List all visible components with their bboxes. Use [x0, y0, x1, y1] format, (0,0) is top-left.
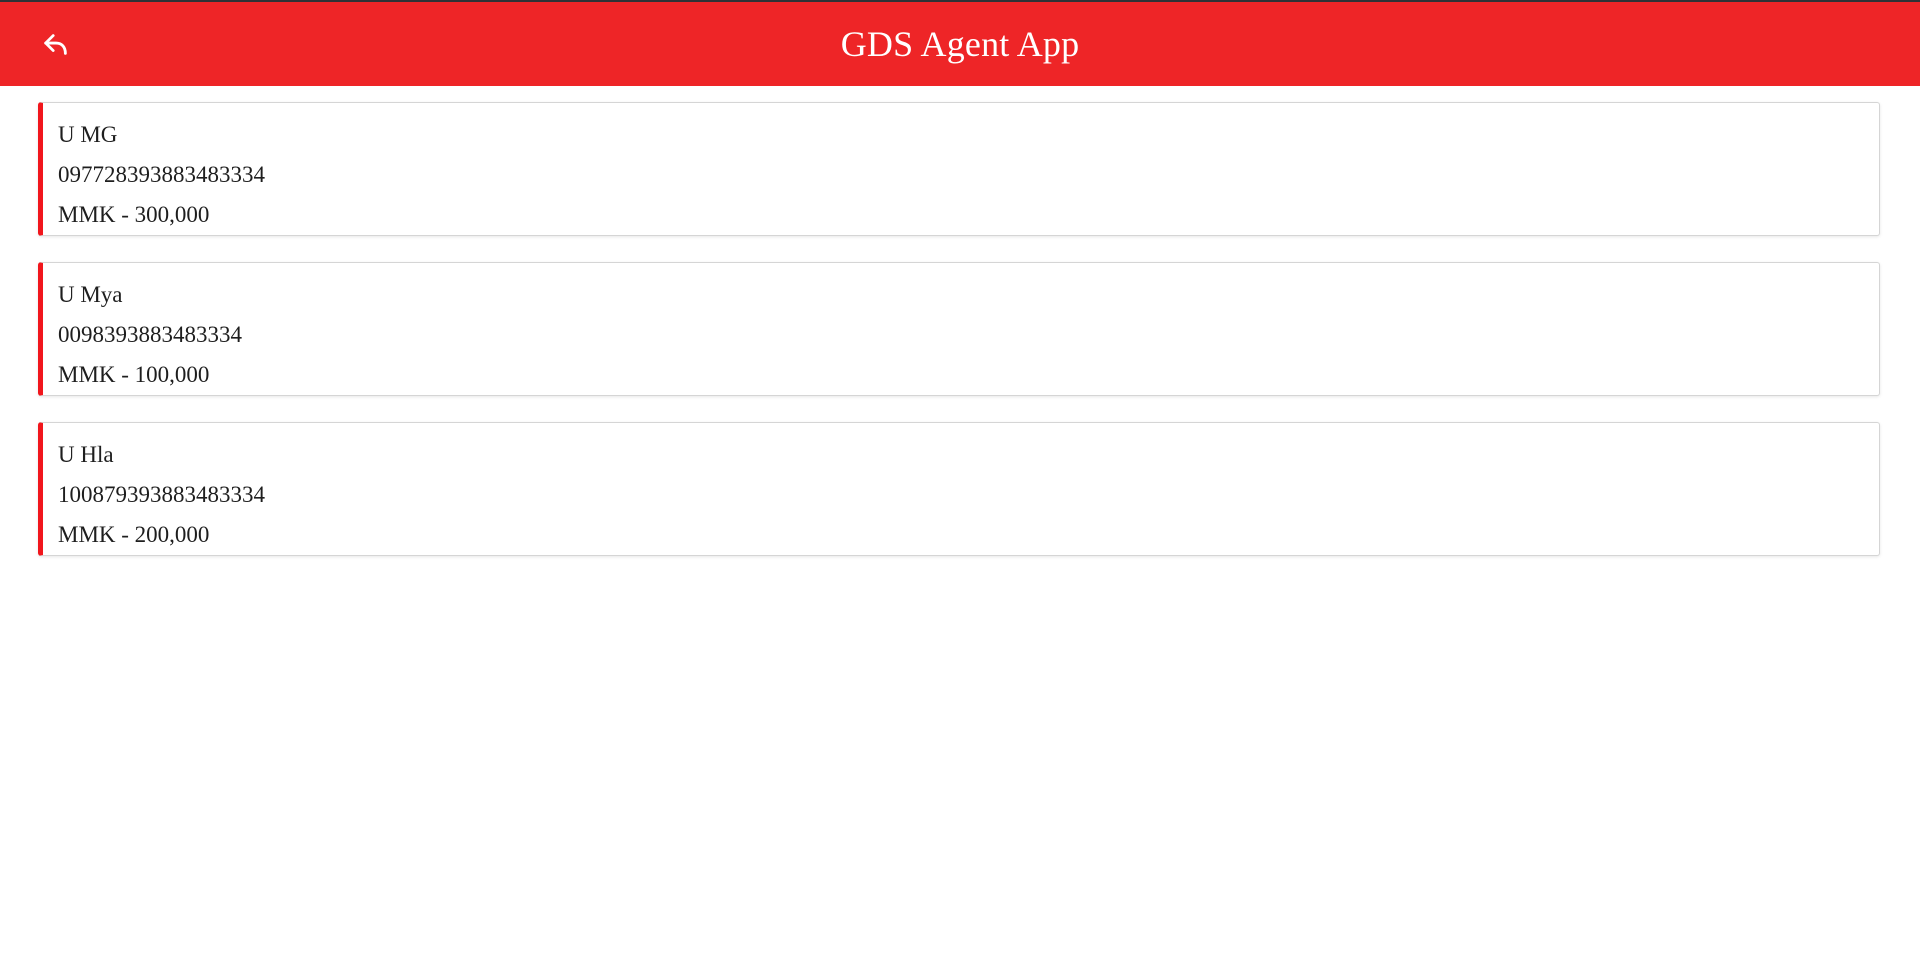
account-list: U MG 097728393883483334 MMK - 300,000 U …: [0, 86, 1920, 556]
account-number: 0098393883483334: [58, 322, 242, 347]
account-name: U Hla: [58, 442, 114, 467]
reply-arrow-icon: [44, 34, 67, 55]
account-card-u-mya[interactable]: U Mya 0098393883483334 MMK - 100,000: [38, 262, 1880, 396]
account-number: 097728393883483334: [58, 162, 265, 187]
account-name: U Mya: [58, 282, 123, 307]
account-amount: MMK - 100,000: [58, 362, 210, 387]
page-title: GDS Agent App: [840, 24, 1080, 64]
back-button[interactable]: [38, 26, 74, 62]
account-amount: MMK - 200,000: [58, 522, 210, 547]
app-header: GDS Agent App: [0, 2, 1920, 86]
account-amount: MMK - 300,000: [58, 202, 210, 227]
account-name: U MG: [58, 122, 118, 147]
account-number: 100879393883483334: [58, 482, 265, 507]
account-card-u-hla[interactable]: U Hla 100879393883483334 MMK - 200,000: [38, 422, 1880, 556]
account-card-u-mg[interactable]: U MG 097728393883483334 MMK - 300,000: [38, 102, 1880, 236]
